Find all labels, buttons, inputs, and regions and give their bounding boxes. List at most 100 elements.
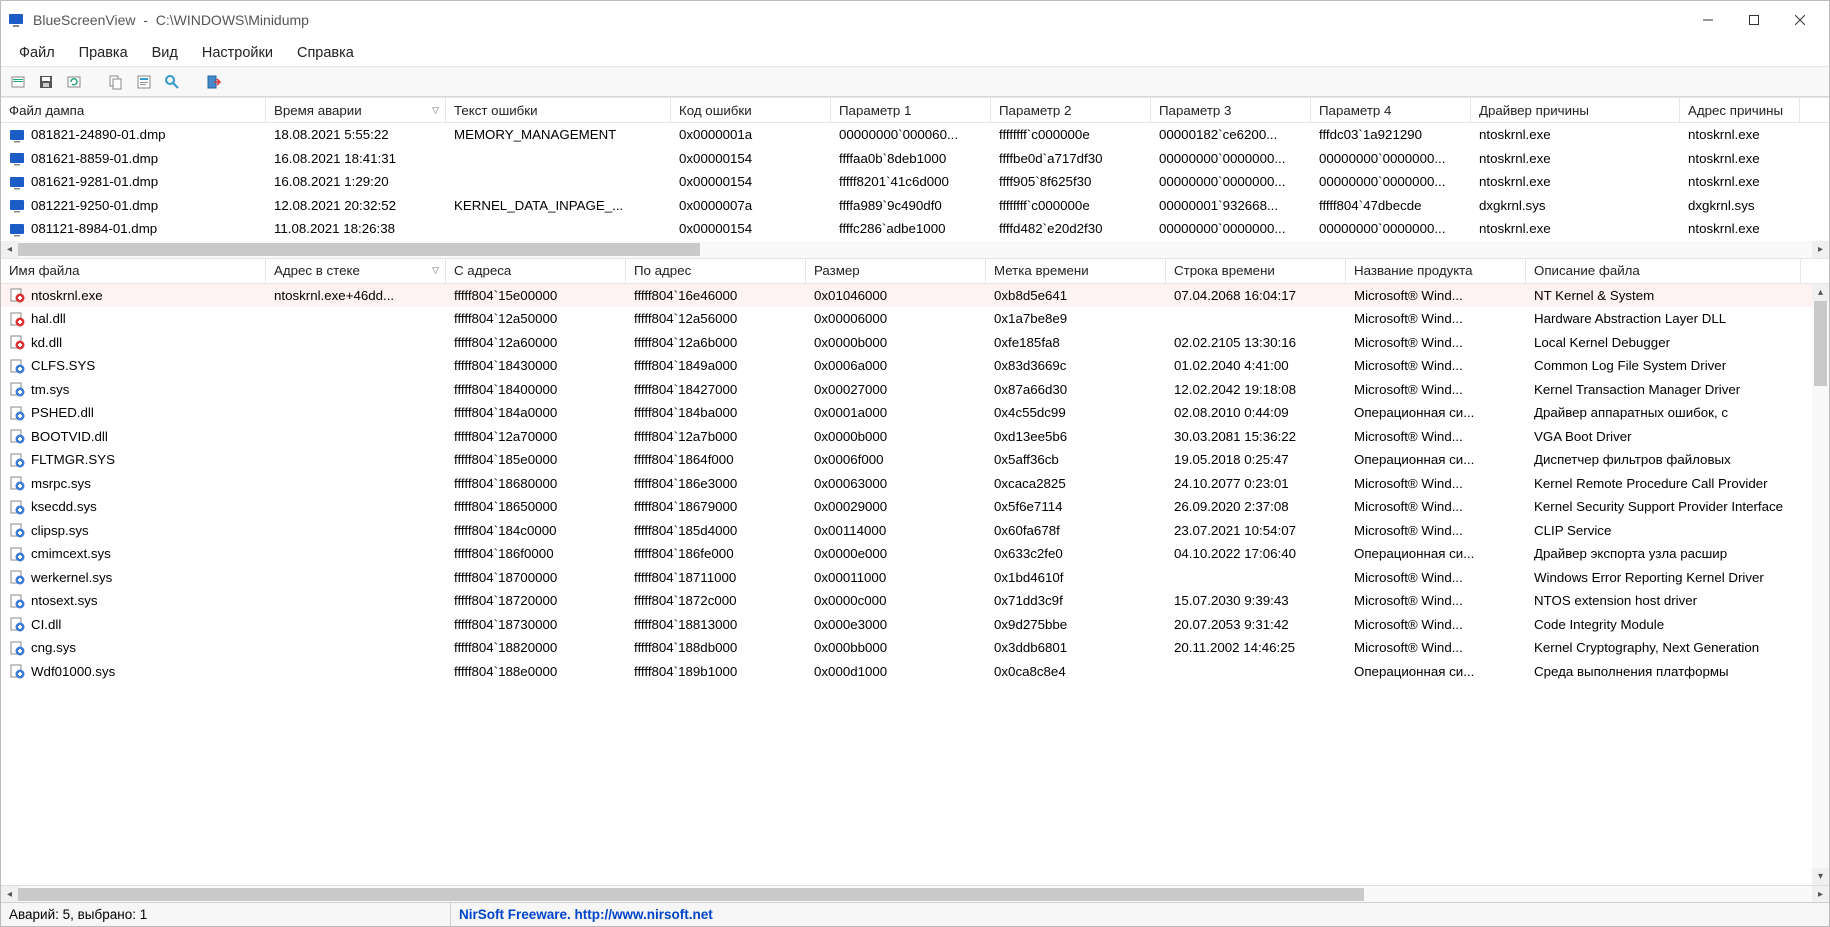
module-row-icon xyxy=(9,522,25,538)
bot-vscroll[interactable]: ▴ ▾ xyxy=(1812,284,1829,886)
module-cell: 23.07.2021 10:54:07 xyxy=(1166,523,1346,538)
module-cell: Операционная си... xyxy=(1346,664,1526,679)
module-header-col0[interactable]: Имя файла xyxy=(1,259,266,283)
module-header-col8[interactable]: Описание файла xyxy=(1526,259,1801,283)
module-row-icon xyxy=(9,640,25,656)
dump-row-icon xyxy=(9,127,25,143)
module-row[interactable]: CLFS.SYSfffff804`18430000fffff804`1849a0… xyxy=(1,354,1829,378)
module-cell: fffff804`12a6b000 xyxy=(626,335,806,350)
module-header-col1[interactable]: Адрес в стеке▽ xyxy=(266,259,446,283)
module-cell: 02.08.2010 0:44:09 xyxy=(1166,405,1346,420)
module-cell: 0x000d1000 xyxy=(806,664,986,679)
dump-header-col3[interactable]: Код ошибки xyxy=(671,98,831,122)
module-cell: fffff804`184a0000 xyxy=(446,405,626,420)
tb-refresh-icon[interactable] xyxy=(63,71,85,93)
module-row[interactable]: BOOTVID.dllfffff804`12a70000fffff804`12a… xyxy=(1,425,1829,449)
tb-properties-icon[interactable] xyxy=(133,71,155,93)
menu-settings[interactable]: Настройки xyxy=(190,42,285,64)
dump-header-col7[interactable]: Параметр 4 xyxy=(1311,98,1471,122)
module-row[interactable]: PSHED.dllfffff804`184a0000fffff804`184ba… xyxy=(1,401,1829,425)
module-cell: fffff804`15e00000 xyxy=(446,288,626,303)
close-button[interactable] xyxy=(1777,5,1823,35)
module-row-icon xyxy=(9,287,25,303)
module-row[interactable]: msrpc.sysfffff804`18680000fffff804`186e3… xyxy=(1,472,1829,496)
dump-header-col5[interactable]: Параметр 2 xyxy=(991,98,1151,122)
menu-edit[interactable]: Правка xyxy=(67,42,140,64)
scroll-down-icon[interactable]: ▾ xyxy=(1812,868,1829,885)
dump-header-col9[interactable]: Адрес причины xyxy=(1680,98,1800,122)
module-row[interactable]: kd.dllfffff804`12a60000fffff804`12a6b000… xyxy=(1,331,1829,355)
dump-row[interactable]: 081121-8984-01.dmp11.08.2021 18:26:380x0… xyxy=(1,217,1829,241)
module-header-col2[interactable]: С адреса xyxy=(446,259,626,283)
module-header-col5[interactable]: Метка времени xyxy=(986,259,1166,283)
dump-cell: KERNEL_DATA_INPAGE_... xyxy=(446,198,671,213)
module-row[interactable]: cmimcext.sysfffff804`186f0000fffff804`18… xyxy=(1,542,1829,566)
module-row[interactable]: ksecdd.sysfffff804`18650000fffff804`1867… xyxy=(1,495,1829,519)
dump-cell: 16.08.2021 1:29:20 xyxy=(266,174,446,189)
tb-copy-icon[interactable] xyxy=(105,71,127,93)
dump-cell: 12.08.2021 20:32:52 xyxy=(266,198,446,213)
tb-open-icon[interactable] xyxy=(7,71,29,93)
module-cell: 0x1a7be8e9 xyxy=(986,311,1166,326)
top-hscroll[interactable]: ◂ ▸ xyxy=(1,241,1829,258)
dump-header-col8[interactable]: Драйвер причины xyxy=(1471,98,1680,122)
menu-help[interactable]: Справка xyxy=(285,42,366,64)
module-row[interactable]: tm.sysfffff804`18400000fffff804`18427000… xyxy=(1,378,1829,402)
module-row[interactable]: FLTMGR.SYSfffff804`185e0000fffff804`1864… xyxy=(1,448,1829,472)
dump-row-icon xyxy=(9,197,25,213)
module-cell: fffff804`18730000 xyxy=(446,617,626,632)
dump-row[interactable]: 081221-9250-01.dmp12.08.2021 20:32:52KER… xyxy=(1,194,1829,218)
minimize-button[interactable] xyxy=(1685,5,1731,35)
bot-hscroll[interactable]: ◂ ▸ xyxy=(1,885,1829,902)
module-row[interactable]: Wdf01000.sysfffff804`188e0000fffff804`18… xyxy=(1,660,1829,684)
module-header-col7[interactable]: Название продукта xyxy=(1346,259,1526,283)
module-cell: kd.dll xyxy=(1,334,266,350)
module-row[interactable]: werkernel.sysfffff804`18700000fffff804`1… xyxy=(1,566,1829,590)
tb-find-icon[interactable] xyxy=(161,71,183,93)
dump-cell: fffdc03`1a921290 xyxy=(1311,127,1471,142)
tb-save-icon[interactable] xyxy=(35,71,57,93)
module-cell: 0x60fa678f xyxy=(986,523,1166,538)
dump-header-col0[interactable]: Файл дампа xyxy=(1,98,266,122)
dump-row[interactable]: 081621-9281-01.dmp16.08.2021 1:29:200x00… xyxy=(1,170,1829,194)
dump-row[interactable]: 081621-8859-01.dmp16.08.2021 18:41:310x0… xyxy=(1,147,1829,171)
module-row[interactable]: clipsp.sysfffff804`184c0000fffff804`185d… xyxy=(1,519,1829,543)
module-row[interactable]: ntoskrnl.exentoskrnl.exe+46dd...fffff804… xyxy=(1,284,1829,308)
status-link[interactable]: NirSoft Freeware. http://www.nirsoft.net xyxy=(451,907,721,922)
dump-header-col6[interactable]: Параметр 3 xyxy=(1151,98,1311,122)
module-cell: 20.07.2053 9:31:42 xyxy=(1166,617,1346,632)
dump-cell: ffffffff`c000000e xyxy=(991,198,1151,213)
module-row[interactable]: ntosext.sysfffff804`18720000fffff804`187… xyxy=(1,589,1829,613)
dump-row[interactable]: 081821-24890-01.dmp18.08.2021 5:55:22MEM… xyxy=(1,123,1829,147)
module-header-col4[interactable]: Размер xyxy=(806,259,986,283)
module-cell: VGA Boot Driver xyxy=(1526,429,1801,444)
module-cell: 0x9d275bbe xyxy=(986,617,1166,632)
menu-view[interactable]: Вид xyxy=(140,42,190,64)
dump-header-col2[interactable]: Текст ошибки xyxy=(446,98,671,122)
module-row[interactable]: CI.dllfffff804`18730000fffff804`18813000… xyxy=(1,613,1829,637)
dump-header-col1[interactable]: Время аварии▽ xyxy=(266,98,446,122)
module-row[interactable]: hal.dllfffff804`12a50000fffff804`12a5600… xyxy=(1,307,1829,331)
maximize-button[interactable] xyxy=(1731,5,1777,35)
scroll-right-icon[interactable]: ▸ xyxy=(1812,886,1829,903)
module-header-col6[interactable]: Строка времени xyxy=(1166,259,1346,283)
module-row-icon xyxy=(9,663,25,679)
module-cell: Microsoft® Wind... xyxy=(1346,593,1526,608)
dump-cell: ffffa989`9c490df0 xyxy=(831,198,991,213)
module-cell: NTOS extension host driver xyxy=(1526,593,1801,608)
module-cell: Kernel Transaction Manager Driver xyxy=(1526,382,1801,397)
menu-file[interactable]: Файл xyxy=(7,42,67,64)
module-cell: Hardware Abstraction Layer DLL xyxy=(1526,311,1801,326)
scroll-left-icon[interactable]: ◂ xyxy=(1,241,18,258)
dump-header-col4[interactable]: Параметр 1 xyxy=(831,98,991,122)
module-cell: Kernel Remote Procedure Call Provider xyxy=(1526,476,1801,491)
module-cell: 0x71dd3c9f xyxy=(986,593,1166,608)
dump-cell: 00000182`ce6200... xyxy=(1151,127,1311,142)
module-row[interactable]: cng.sysfffff804`18820000fffff804`188db00… xyxy=(1,636,1829,660)
scroll-up-icon[interactable]: ▴ xyxy=(1812,284,1829,301)
tb-exit-icon[interactable] xyxy=(203,71,225,93)
module-header-col3[interactable]: По адрес xyxy=(626,259,806,283)
module-cell: 0x01046000 xyxy=(806,288,986,303)
scroll-right-icon[interactable]: ▸ xyxy=(1812,241,1829,258)
scroll-left-icon[interactable]: ◂ xyxy=(1,886,18,903)
